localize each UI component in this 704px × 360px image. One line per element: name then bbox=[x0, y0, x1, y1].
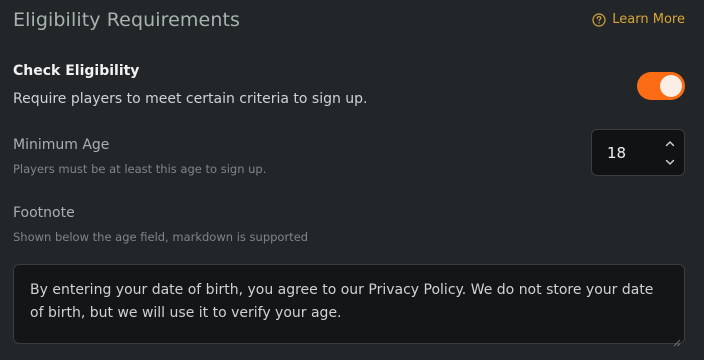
minimum-age-help: Players must be at least this age to sig… bbox=[13, 162, 267, 176]
minimum-age-input[interactable]: 18 bbox=[591, 129, 685, 176]
footnote-help: Shown below the age field, markdown is s… bbox=[13, 230, 309, 244]
help-circle-icon bbox=[592, 12, 606, 27]
toggle-knob bbox=[660, 75, 682, 97]
footnote-text: By entering your date of birth, you agre… bbox=[30, 282, 654, 321]
minimum-age-value: 18 bbox=[607, 144, 627, 162]
chevron-up-icon[interactable] bbox=[664, 137, 676, 149]
section-title: Eligibility Requirements bbox=[13, 9, 241, 31]
check-eligibility-label: Check Eligibility bbox=[13, 63, 140, 79]
chevron-down-icon[interactable] bbox=[664, 156, 676, 168]
check-eligibility-toggle[interactable] bbox=[637, 72, 685, 100]
learn-more-label: Learn More bbox=[612, 12, 685, 27]
minimum-age-label: Minimum Age bbox=[13, 137, 110, 153]
learn-more-link[interactable]: Learn More bbox=[592, 12, 685, 27]
footnote-label: Footnote bbox=[13, 205, 75, 221]
check-eligibility-description: Require players to meet certain criteria… bbox=[13, 91, 368, 107]
resize-handle-icon[interactable] bbox=[673, 332, 681, 347]
footnote-textarea[interactable]: By entering your date of birth, you agre… bbox=[13, 264, 685, 347]
